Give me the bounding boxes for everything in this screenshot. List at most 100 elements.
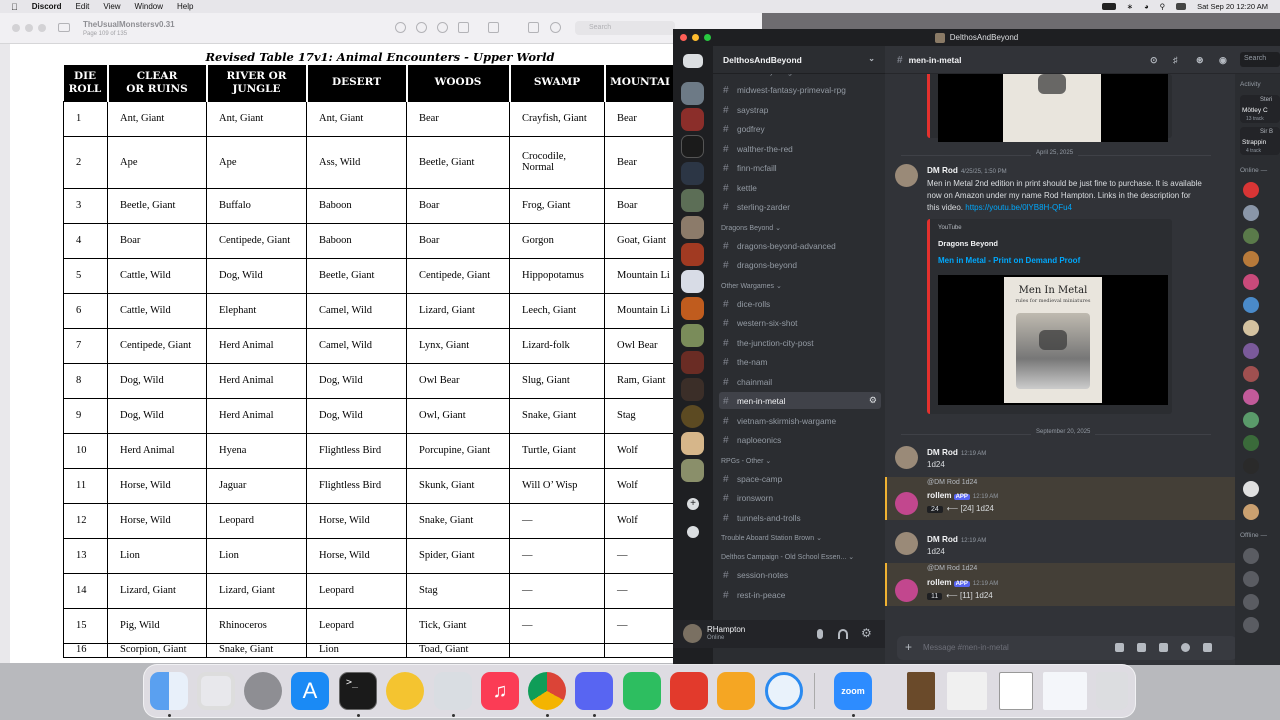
- menu-window[interactable]: Window: [135, 2, 163, 11]
- server-icon-1[interactable]: [681, 82, 704, 105]
- play-icon[interactable]: [1038, 74, 1066, 94]
- play-icon[interactable]: [1039, 330, 1067, 350]
- gondola-icon[interactable]: [670, 672, 708, 710]
- avatar[interactable]: [895, 164, 918, 187]
- channel-item[interactable]: # dragons-beyond-advanced: [719, 237, 881, 254]
- server-icon-12[interactable]: [681, 378, 704, 401]
- app-store-icon[interactable]: A: [291, 672, 329, 710]
- avatar[interactable]: [895, 532, 918, 555]
- pin-icon[interactable]: ⊛: [1196, 55, 1204, 66]
- control-center-icon[interactable]: [1176, 3, 1187, 10]
- member-avatar[interactable]: [1243, 320, 1259, 336]
- member-avatar[interactable]: [1243, 435, 1259, 451]
- member-avatar[interactable]: [1243, 481, 1259, 497]
- channel-item[interactable]: # finn-mcfaill: [719, 159, 881, 176]
- channel-item[interactable]: # the-junction-city-post: [719, 334, 881, 351]
- sidebar-toggle-icon[interactable]: [58, 23, 70, 32]
- annotate-icon[interactable]: [550, 22, 561, 33]
- member-avatar[interactable]: [1243, 343, 1259, 359]
- terminal-icon[interactable]: >_: [339, 672, 377, 710]
- channel-item[interactable]: # dragons-beyond: [719, 256, 881, 273]
- channel-item[interactable]: # kettle: [719, 179, 881, 196]
- channel-item[interactable]: # men-in-metal ⚙: [719, 392, 881, 409]
- apple-menu-icon[interactable]: : [11, 2, 18, 12]
- member-avatar[interactable]: [1243, 617, 1259, 633]
- member-avatar[interactable]: [1243, 458, 1259, 474]
- system-settings-icon[interactable]: [244, 672, 282, 710]
- channel-item[interactable]: # walther-the-red: [719, 140, 881, 157]
- menu-edit[interactable]: Edit: [76, 2, 90, 11]
- settings-gear-icon[interactable]: ⚙: [869, 395, 877, 406]
- bot-avatar[interactable]: [895, 492, 918, 515]
- server-icon-14[interactable]: [681, 432, 704, 455]
- member-avatar[interactable]: [1243, 251, 1259, 267]
- close-button[interactable]: [680, 34, 687, 41]
- preview-search-field[interactable]: Search: [575, 21, 675, 35]
- message-author[interactable]: rollem APP 12:19 AM: [927, 578, 998, 587]
- zoom-button[interactable]: [704, 34, 711, 41]
- channel-item[interactable]: # midwest-fantasy-primeval-rpg: [719, 81, 881, 98]
- activity-card[interactable]: Steri Mötley C 13 track: [1240, 95, 1280, 123]
- menu-help[interactable]: Help: [177, 2, 193, 11]
- member-avatar[interactable]: [1243, 412, 1259, 428]
- youtube-link[interactable]: https://youtu.be/0lYB8H-QFu4: [965, 203, 1072, 212]
- reply-reference[interactable]: @DM Rod 1d24: [927, 565, 977, 572]
- channel-category[interactable]: RPGs - Other ⌄+: [721, 457, 771, 465]
- recent-document-thumbnail[interactable]: [1043, 672, 1087, 710]
- channel-item[interactable]: # dice-rolls: [719, 295, 881, 312]
- channel-category[interactable]: Trouble Aboard Station Brown ⌄+: [721, 534, 822, 542]
- server-icon-13[interactable]: [681, 405, 704, 428]
- pages-icon[interactable]: [717, 672, 755, 710]
- server-icon-11[interactable]: [681, 351, 704, 374]
- channel-item[interactable]: # western-six-shot: [719, 314, 881, 331]
- server-icon-10[interactable]: [681, 324, 704, 347]
- emoji-icon[interactable]: [1181, 643, 1190, 652]
- settings-gear-icon[interactable]: ⚙: [861, 626, 872, 640]
- music-icon[interactable]: ♫: [481, 672, 519, 710]
- wifi-icon[interactable]: ◕: [1144, 2, 1149, 11]
- message-author[interactable]: DM Rod 12:19 AM: [927, 535, 986, 544]
- member-avatar[interactable]: [1243, 389, 1259, 405]
- server-icon-2[interactable]: [681, 108, 704, 131]
- embed-author[interactable]: Dragons Beyond: [938, 239, 998, 248]
- threads-icon[interactable]: ⊙: [1150, 55, 1158, 66]
- server-name[interactable]: DelthosAndBeyond ⌄: [713, 46, 885, 74]
- add-attachment-icon[interactable]: +: [905, 640, 912, 654]
- server-icon-5[interactable]: [681, 189, 704, 212]
- launchpad-icon[interactable]: [197, 672, 235, 710]
- server-icon-9[interactable]: [681, 297, 704, 320]
- trash-icon[interactable]: [1096, 672, 1128, 710]
- rotate-icon[interactable]: [528, 22, 539, 33]
- headphones-icon[interactable]: [838, 629, 848, 639]
- channel-item[interactable]: # godfrey: [719, 120, 881, 137]
- gift-icon[interactable]: [1115, 643, 1124, 652]
- microphone-icon[interactable]: [817, 629, 823, 639]
- message-author[interactable]: DM Rod 12:19 AM: [927, 448, 986, 457]
- channel-item[interactable]: # vietnam-skirmish-wargame: [719, 412, 881, 429]
- share-icon[interactable]: [458, 22, 469, 33]
- recent-document-thumbnail[interactable]: [999, 672, 1033, 710]
- evernote-icon[interactable]: [623, 672, 661, 710]
- channel-category[interactable]: Midwest Fantasy Wargame ⌄+: [721, 74, 813, 76]
- server-icon-7[interactable]: [681, 243, 704, 266]
- zoom-in-icon[interactable]: [437, 22, 448, 33]
- user-avatar[interactable]: [683, 624, 702, 643]
- gif-icon[interactable]: [1137, 643, 1146, 652]
- finder-icon[interactable]: [150, 672, 188, 710]
- user-name[interactable]: RHampton: [707, 625, 745, 634]
- battery-icon[interactable]: [1101, 3, 1116, 10]
- menu-view[interactable]: View: [103, 2, 120, 11]
- app-menu[interactable]: Discord: [32, 2, 62, 11]
- apps-icon[interactable]: [1203, 643, 1212, 652]
- channel-item[interactable]: # sterling-zarder: [719, 198, 881, 215]
- minimize-button[interactable]: [692, 34, 699, 41]
- reply-reference[interactable]: @DM Rod 1d24: [927, 479, 977, 486]
- message-author[interactable]: rollem APP 12:19 AM: [927, 491, 998, 500]
- channel-item[interactable]: # ironsworn: [719, 489, 881, 506]
- bluetooth-icon[interactable]: ∗: [1127, 2, 1133, 11]
- preview-icon[interactable]: [434, 672, 472, 710]
- server-icon-3[interactable]: [681, 135, 704, 158]
- channel-item[interactable]: # space-camp: [719, 470, 881, 487]
- channel-item[interactable]: # rest-in-peace: [719, 586, 881, 603]
- channel-category[interactable]: Dragons Beyond ⌄+: [721, 224, 781, 232]
